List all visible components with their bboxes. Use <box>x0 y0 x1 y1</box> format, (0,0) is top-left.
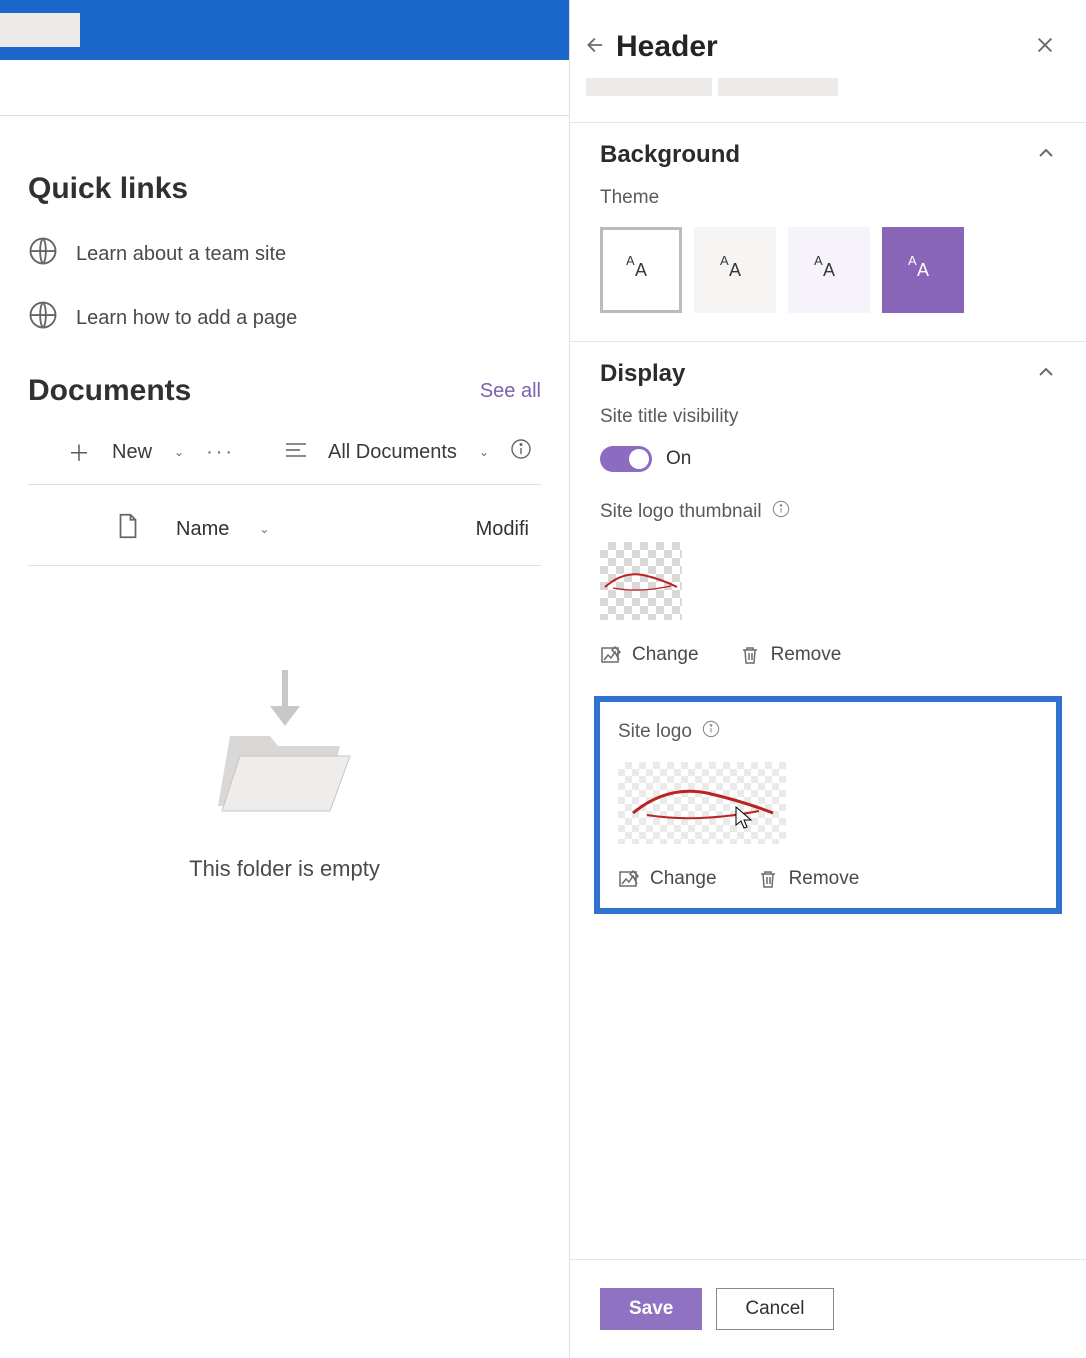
chevron-down-icon[interactable]: ⌄ <box>259 522 269 536</box>
see-all-link[interactable]: See all <box>480 380 541 403</box>
file-icon <box>118 513 138 545</box>
remove-thumbnail-button[interactable]: Remove <box>739 644 842 666</box>
change-thumbnail-button[interactable]: Change <box>600 644 699 666</box>
column-modified[interactable]: Modifi <box>476 518 531 541</box>
chevron-down-icon[interactable]: ⌄ <box>479 445 489 459</box>
chevron-up-icon[interactable] <box>1036 143 1056 168</box>
back-arrow-icon[interactable] <box>582 34 604 61</box>
documents-toolbar: ＋ New ⌄ ··· All Documents ⌄ <box>28 426 541 485</box>
column-name[interactable]: Name <box>176 518 229 541</box>
new-button[interactable]: New <box>112 441 152 464</box>
display-heading: Display <box>600 360 685 388</box>
logo-thumbnail-preview <box>600 542 682 620</box>
remove-logo-button[interactable]: Remove <box>757 868 860 890</box>
toggle-state-label: On <box>666 448 691 470</box>
site-logo-label: Site logo <box>618 720 1038 744</box>
info-icon[interactable] <box>702 720 720 744</box>
change-logo-button[interactable]: Change <box>618 868 717 890</box>
theme-option-3[interactable]: A <box>788 227 870 313</box>
list-view-icon <box>286 441 306 464</box>
column-header-row: Name ⌄ Modifi <box>28 485 541 566</box>
header-settings-panel: Header Background Theme A A A A Display <box>569 0 1086 1358</box>
background-heading: Background <box>600 141 740 169</box>
car-logo-icon <box>600 542 682 620</box>
site-logo-highlight: Site logo Change Remove <box>594 696 1062 914</box>
site-title-visibility-label: Site title visibility <box>600 406 1056 428</box>
globe-icon <box>28 236 58 272</box>
close-icon[interactable] <box>1034 34 1056 61</box>
main-content: Quick links Learn about a team site Lear… <box>0 116 569 882</box>
quicklink-label: Learn about a team site <box>76 243 286 266</box>
theme-option-2[interactable]: A <box>694 227 776 313</box>
site-logo-thumbnail-label: Site logo thumbnail <box>600 500 1056 524</box>
cancel-button[interactable]: Cancel <box>716 1288 833 1330</box>
view-selector[interactable]: All Documents <box>328 441 457 464</box>
theme-option-4[interactable]: A <box>882 227 964 313</box>
panel-title: Header <box>616 30 1022 64</box>
plus-icon: ＋ <box>68 436 90 468</box>
theme-option-1[interactable]: A <box>600 227 682 313</box>
info-icon[interactable] <box>772 500 790 524</box>
chevron-down-icon[interactable]: ⌄ <box>174 445 184 459</box>
panel-subtitle-placeholder <box>570 78 1086 122</box>
save-button[interactable]: Save <box>600 1288 702 1330</box>
empty-folder-icon <box>210 666 360 826</box>
display-section: Display Site title visibility On Site lo… <box>570 341 1086 1259</box>
empty-folder-state: This folder is empty <box>28 666 541 882</box>
topbar-placeholder <box>0 13 80 47</box>
quicklink-label: Learn how to add a page <box>76 307 297 330</box>
documents-title: Documents <box>28 374 191 408</box>
empty-folder-text: This folder is empty <box>189 856 380 882</box>
quicklink-item[interactable]: Learn how to add a page <box>28 300 541 336</box>
site-logo-preview <box>618 762 786 844</box>
quicklink-item[interactable]: Learn about a team site <box>28 236 541 272</box>
info-icon[interactable] <box>511 439 531 465</box>
site-title-toggle[interactable] <box>600 446 652 472</box>
quicklinks-title: Quick links <box>28 172 541 206</box>
theme-options: A A A A <box>600 227 1056 313</box>
theme-label: Theme <box>600 187 1056 209</box>
more-menu[interactable]: ··· <box>206 441 235 464</box>
panel-footer: Save Cancel <box>570 1259 1086 1358</box>
background-section: Background Theme A A A A <box>570 122 1086 341</box>
globe-icon <box>28 300 58 336</box>
chevron-up-icon[interactable] <box>1036 362 1056 387</box>
